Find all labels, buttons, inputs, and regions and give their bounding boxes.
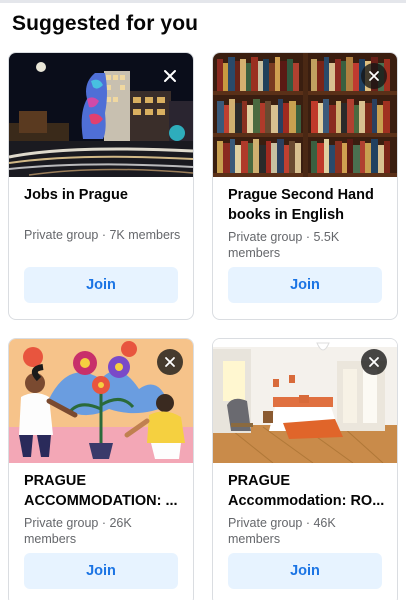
close-icon — [165, 357, 175, 367]
group-meta: Private group · 7K members — [24, 228, 181, 242]
dismiss-button[interactable] — [361, 349, 387, 375]
group-name[interactable]: PRAGUE ACCOMMODATION: ... — [24, 471, 184, 511]
dismiss-button[interactable] — [361, 63, 387, 89]
group-meta: Private group · 46K members — [228, 516, 336, 546]
group-card-prague-accommodation[interactable]: PRAGUE ACCOMMODATION: ... Private group … — [8, 338, 194, 600]
group-meta: Private group · 5.5K members — [228, 230, 340, 260]
group-name[interactable]: Jobs in Prague — [24, 185, 184, 205]
close-icon — [164, 70, 176, 82]
section-title: Suggested for you — [12, 12, 199, 35]
close-icon — [369, 71, 379, 81]
join-button[interactable]: Join — [228, 553, 382, 589]
group-card-prague-accommodation-rooms[interactable]: PRAGUE Accommodation: RO... Private grou… — [212, 338, 398, 600]
join-button[interactable]: Join — [24, 553, 178, 589]
dismiss-button[interactable] — [157, 63, 183, 89]
group-name[interactable]: PRAGUE Accommodation: RO... — [228, 471, 388, 511]
group-name[interactable]: Prague Second Hand books in English — [228, 185, 388, 225]
close-icon — [369, 357, 379, 367]
group-meta: Private group · 26K members — [24, 516, 132, 546]
top-divider — [0, 0, 406, 3]
join-button[interactable]: Join — [228, 267, 382, 303]
join-button[interactable]: Join — [24, 267, 178, 303]
group-card-second-hand-books[interactable]: Prague Second Hand books in English Priv… — [212, 52, 398, 320]
dismiss-button[interactable] — [157, 349, 183, 375]
group-card-jobs-in-prague[interactable]: Jobs in Prague Private group · 7K member… — [8, 52, 194, 320]
